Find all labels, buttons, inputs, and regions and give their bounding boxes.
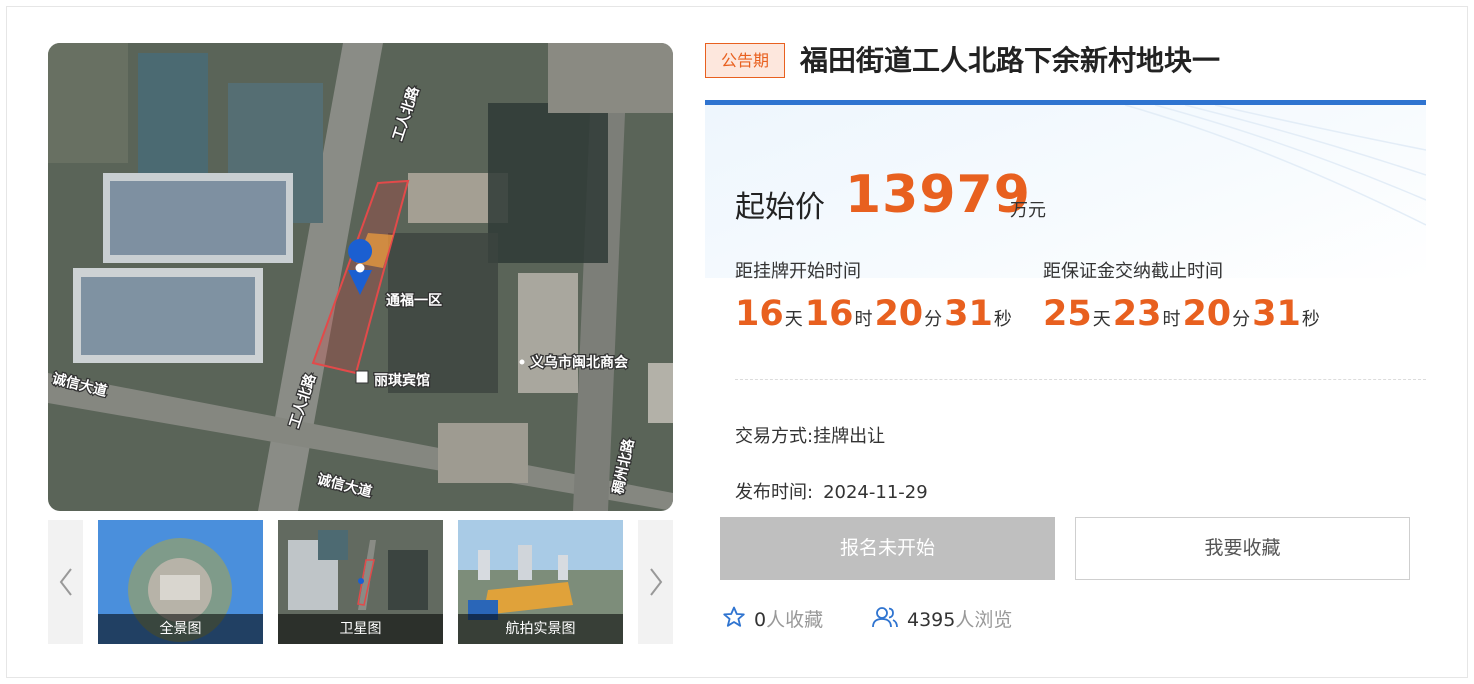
favorite-button[interactable]: 我要收藏	[1075, 517, 1410, 580]
apply-button[interactable]: 报名未开始	[720, 517, 1055, 580]
countdown-seconds: 31	[944, 294, 993, 334]
star-icon	[723, 606, 745, 627]
countdown-minutes: 20	[1182, 294, 1232, 334]
status-badge: 公告期	[705, 43, 785, 78]
favorites-suffix: 人收藏	[766, 609, 824, 631]
views-stat: 4395人浏览	[871, 605, 1012, 632]
unit-hour: 时	[854, 309, 873, 330]
publish-time-value: 2024-11-29	[823, 482, 928, 503]
countdown-deposit: 25天23时20分31秒	[1043, 294, 1322, 338]
unit-hour: 时	[1162, 309, 1181, 330]
thumbnail-carousel: 全景图 卫星图 航拍实景图	[48, 520, 673, 644]
starting-price-value: 13979	[845, 165, 1031, 225]
starting-price-unit: 万元	[1010, 200, 1046, 221]
thumbnail-label: 全景图	[98, 614, 263, 644]
favorites-stat[interactable]: 0人收藏	[722, 605, 823, 632]
satellite-main-image[interactable]: 工人北路 工人北路 诚信大道 诚信大道 稠州北路 通福一区 丽琪宾馆 义乌市闽北…	[48, 43, 673, 511]
countdown-hours: 16	[804, 294, 854, 334]
publish-time: 发布时间: 2024-11-29	[735, 478, 928, 504]
countdown-hours: 23	[1112, 294, 1162, 334]
thumbnail-panorama[interactable]: 全景图	[98, 520, 263, 644]
thumbnail-aerial[interactable]: 航拍实景图	[458, 520, 623, 644]
countdown-deposit-label: 距保证金交纳截止时间	[1043, 261, 1223, 282]
countdown-seconds: 31	[1252, 294, 1301, 334]
poi-label: 通福一区	[386, 292, 442, 309]
thumbnail-label: 卫星图	[278, 614, 443, 644]
countdown-minutes: 20	[874, 294, 924, 334]
carousel-prev-button[interactable]	[48, 520, 83, 644]
views-suffix: 人浏览	[955, 609, 1013, 631]
unit-second: 秒	[1301, 309, 1320, 330]
poi-label: 义乌市闽北商会	[530, 354, 629, 371]
favorites-count: 0	[754, 609, 767, 631]
publish-time-label: 发布时间:	[735, 482, 814, 503]
unit-minute: 分	[924, 309, 943, 330]
chevron-right-icon	[649, 568, 662, 596]
starting-price-label: 起始价	[735, 190, 825, 225]
users-icon	[872, 607, 898, 628]
unit-minute: 分	[1232, 309, 1251, 330]
poi-label: 丽琪宾馆	[374, 372, 430, 389]
countdown-start: 16天16时20分31秒	[735, 294, 1014, 338]
countdown-days: 25	[1043, 294, 1092, 334]
divider	[735, 379, 1426, 380]
trade-method-value: 挂牌出让	[813, 426, 886, 447]
unit-day: 天	[784, 309, 803, 330]
countdown-days: 16	[735, 294, 784, 334]
countdown-start-label: 距挂牌开始时间	[735, 261, 861, 282]
trade-method-label: 交易方式:	[735, 426, 814, 447]
unit-second: 秒	[993, 309, 1012, 330]
chevron-left-icon	[59, 568, 72, 596]
listing-title: 福田街道工人北路下余新村地块一	[800, 44, 1221, 77]
trade-method: 交易方式:挂牌出让	[735, 422, 885, 448]
views-count: 4395	[907, 609, 956, 631]
thumbnail-satellite[interactable]: 卫星图	[278, 520, 443, 644]
carousel-next-button[interactable]	[638, 520, 673, 644]
thumbnail-label: 航拍实景图	[458, 614, 623, 644]
unit-day: 天	[1092, 309, 1111, 330]
